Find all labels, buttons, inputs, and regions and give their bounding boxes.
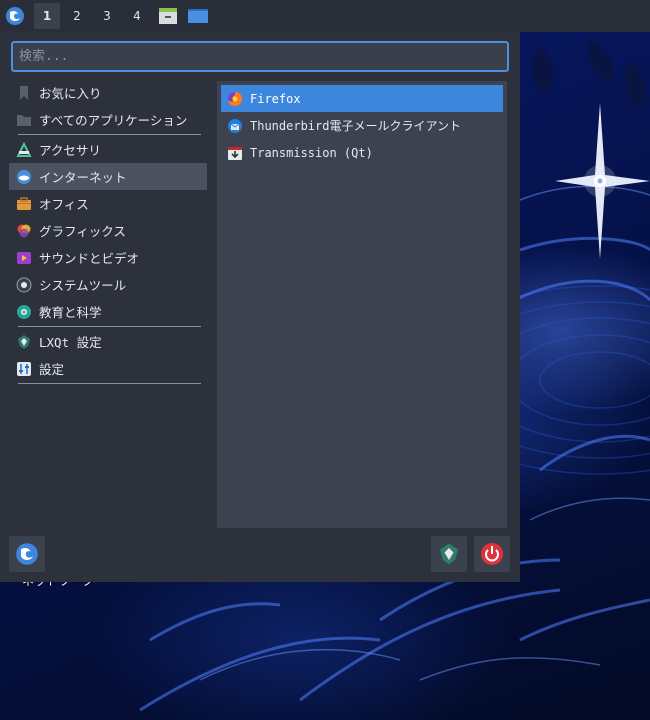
firefox-icon [227,91,243,107]
app-item-firefox[interactable]: Firefox [221,85,503,112]
education-icon [16,304,32,320]
app-label: Firefox [250,91,301,106]
category-label: LXQt 設定 [39,335,102,350]
about-lxqt-button[interactable] [9,536,45,572]
briefcase-icon [16,196,32,212]
category-label: グラフィックス [39,224,126,239]
file-manager-launcher[interactable] [156,4,180,28]
lxqt-settings-button[interactable] [431,536,467,572]
multimedia-icon [16,250,32,266]
accessories-icon [16,141,32,158]
category-internet[interactable]: インターネット [9,163,207,190]
category-office[interactable]: オフィス [9,190,207,217]
category-label: アクセサリ [39,143,101,158]
category-label: 設定 [39,362,65,377]
category-label: インターネット [39,170,127,185]
category-education-science[interactable]: 教育と科学 [9,298,207,325]
power-button[interactable] [474,536,510,572]
application-list: Firefox Thunderbird電子メールクライアント Transmiss… [217,81,507,528]
file-cabinet-icon [159,8,177,24]
category-separator [18,326,201,327]
application-menu: お気に入り すべてのアプリケーション アクセサリ [0,32,520,582]
lxqt-logo-icon [6,7,24,25]
category-label: サウンドとビデオ [39,251,140,266]
search-input[interactable] [11,41,509,72]
category-all-applications[interactable]: すべてのアプリケーション [9,106,207,133]
lxqt-icon [16,334,32,350]
desktop-switch-1[interactable]: 1 [34,3,60,29]
category-separator [18,134,201,135]
category-system-tools[interactable]: システムツール [9,271,207,298]
show-desktop-launcher[interactable] [186,4,210,28]
folder-icon [16,112,32,128]
category-label: システムツール [39,278,127,293]
category-label: 教育と科学 [39,305,102,320]
thunderbird-icon [227,118,243,134]
category-accessories[interactable]: アクセサリ [9,136,207,163]
desktop-switch-3[interactable]: 3 [94,3,120,29]
settings-icon [16,361,32,377]
application-menu-button[interactable] [0,0,30,32]
taskbar-panel: 1 2 3 4 [0,0,650,32]
app-item-thunderbird[interactable]: Thunderbird電子メールクライアント [221,112,503,139]
app-label: Thunderbird電子メールクライアント [250,119,461,133]
desktop-switch-2[interactable]: 2 [64,3,90,29]
category-lxqt-settings[interactable]: LXQt 設定 [9,328,207,355]
category-label: すべてのアプリケーション [39,113,188,128]
internet-icon [16,169,32,185]
category-favorites[interactable]: お気に入り [9,79,207,106]
lxqt-logo-icon [16,543,38,565]
category-graphics[interactable]: グラフィックス [9,217,207,244]
transmission-icon [227,145,243,161]
lxqt-icon [440,543,458,565]
desktop-switch-4[interactable]: 4 [124,3,150,29]
category-settings[interactable]: 設定 [9,355,207,382]
app-label: Transmission (Qt) [250,145,373,160]
bookmark-icon [16,85,32,101]
desktop-icon [188,9,208,23]
app-item-transmission[interactable]: Transmission (Qt) [221,139,503,166]
category-label: オフィス [39,197,89,212]
category-sound-and-video[interactable]: サウンドとビデオ [9,244,207,271]
category-label: お気に入り [39,86,102,101]
graphics-icon [16,223,32,239]
gear-icon [16,277,32,293]
power-icon [481,543,503,565]
category-list: お気に入り すべてのアプリケーション アクセサリ インターネット オフィス グラ… [9,79,207,385]
category-separator [18,383,201,384]
